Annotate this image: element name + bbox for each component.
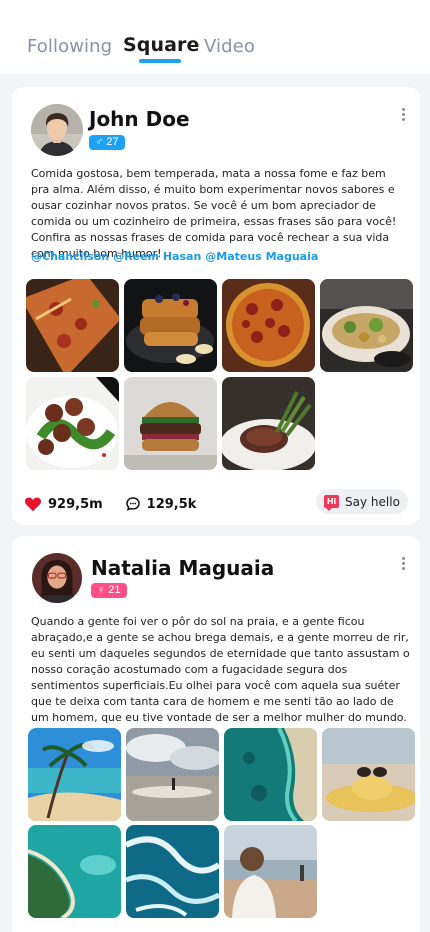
post-photo-aerial-island[interactable] [28,825,121,918]
male-icon: ♂ [95,136,104,148]
tab-video[interactable]: Video [204,36,255,57]
post-card[interactable]: John Doe ♂ 27 Comida gostosa, bem temper… [12,87,420,525]
post-photo-french-toast[interactable] [124,279,217,372]
mention-link[interactable]: @Mateus Maguaia [205,250,318,263]
hi-chat-icon: Hi [324,495,340,511]
post-photo-palm-beach[interactable] [28,728,121,821]
mention-link[interactable]: @Reem Hasan [113,250,201,263]
post-photo-pizza-slices[interactable] [26,279,119,372]
more-options-icon[interactable] [400,108,406,121]
post-photo-woman-on-beach[interactable] [224,825,317,918]
post-card[interactable]: Natalia Maguaia ♀ 21 Quando a gente foi … [12,536,420,932]
tab-following[interactable]: Following [27,36,112,57]
comment-icon [125,497,140,511]
post-photo-meatballs[interactable] [26,377,119,470]
tab-square[interactable]: Square [123,34,200,56]
post-photo-pepperoni-pizza[interactable] [222,279,315,372]
post-photo-aerial-coast[interactable] [224,728,317,821]
author-name[interactable]: John Doe [89,107,190,131]
top-tab-bar: Following Square Video [0,0,430,74]
comments-label: 129,5k [146,496,197,512]
post-stats: 929,5m 129,5k [24,496,196,512]
avatar[interactable] [32,553,82,603]
author-name[interactable]: Natalia Maguaia [91,556,274,580]
like-count[interactable]: 929,5m [24,496,103,512]
mention-link[interactable]: @Chancilson [31,250,109,263]
likes-label: 929,5m [48,496,103,512]
age-label: 27 [106,136,119,148]
more-options-icon[interactable] [400,557,406,570]
post-photo-salad-bowl[interactable] [320,279,413,372]
say-hello-label: Say hello [345,494,400,509]
post-text: Quando a gente foi ver o pôr do sol na p… [31,615,410,724]
post-photo-sun-hat[interactable] [322,728,415,821]
post-photo-cloudy-shore[interactable] [126,728,219,821]
heart-icon [24,497,42,512]
avatar[interactable] [31,104,83,156]
post-photo-waves[interactable] [126,825,219,918]
comment-count[interactable]: 129,5k [125,496,197,512]
mentions: @Chancilson @Reem Hasan @Mateus Maguaia [31,250,318,263]
post-photo-burger[interactable] [124,377,217,470]
age-label: 21 [108,584,121,596]
post-text: Comida gostosa, bem temperada, mata a no… [31,167,397,260]
gender-age-badge: ♀ 21 [91,583,127,598]
gender-age-badge: ♂ 27 [89,135,125,150]
active-tab-indicator [139,59,181,63]
post-photo-steak[interactable] [222,377,315,470]
female-icon: ♀ [97,584,106,596]
say-hello-button[interactable]: Hi Say hello [316,489,408,514]
